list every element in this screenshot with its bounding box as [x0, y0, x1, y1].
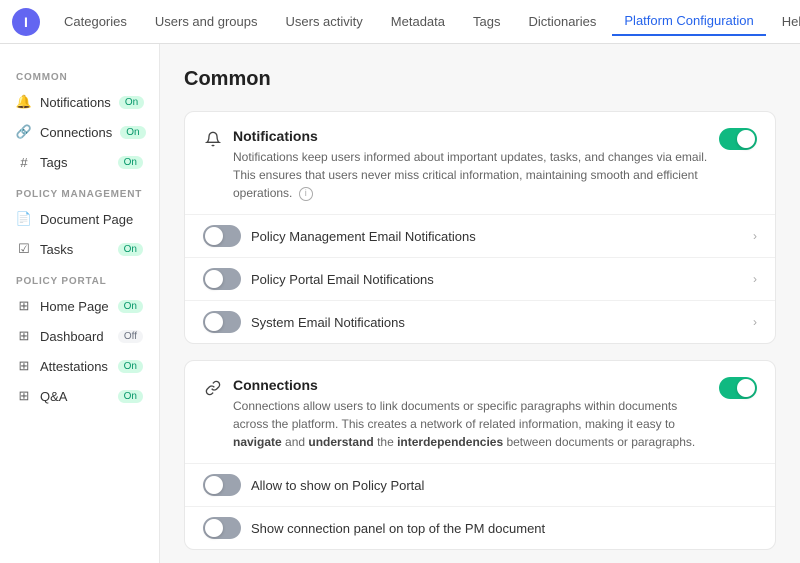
connections-card-header: Connections Connections allow users to l… — [185, 361, 775, 463]
nav-users-groups[interactable]: Users and groups — [143, 8, 270, 35]
attestations-icon: ⊞ — [16, 358, 32, 374]
chevron-right-icon: › — [753, 229, 757, 243]
info-icon[interactable]: i — [299, 187, 313, 201]
sidebar-connections-label: Connections — [40, 125, 112, 140]
sidebar-tags-badge: On — [118, 156, 143, 169]
connection-panel-toggle[interactable] — [203, 517, 241, 539]
sidebar-item-document-page[interactable]: 📄 Document Page — [0, 204, 159, 234]
notifications-card-icon — [203, 129, 223, 149]
sidebar-notifications-badge: On — [119, 96, 144, 109]
sidebar-item-notifications[interactable]: 🔔 Notifications On — [0, 87, 159, 117]
sidebar-home-label: Home Page — [40, 299, 110, 314]
sidebar-section-common: COMMON — [0, 60, 159, 87]
notifications-card-content: Notifications Notifications keep users i… — [233, 128, 709, 202]
sidebar-connections-badge: On — [120, 126, 145, 139]
policy-portal-email-row: Policy Portal Email Notifications › — [185, 257, 775, 300]
connections-card: Connections Connections allow users to l… — [184, 360, 776, 550]
qa-icon: ⊞ — [16, 388, 32, 404]
sidebar-tags-label: Tags — [40, 155, 110, 170]
sidebar-qa-label: Q&A — [40, 389, 110, 404]
connections-card-desc: Connections allow users to link document… — [233, 397, 709, 451]
allow-policy-portal-row: Allow to show on Policy Portal — [185, 463, 775, 506]
policy-mgmt-email-toggle[interactable] — [203, 225, 241, 247]
sidebar-document-page-label: Document Page — [40, 212, 143, 227]
sidebar-dashboard-badge: Off — [118, 330, 143, 343]
document-icon: 📄 — [16, 211, 32, 227]
system-email-toggle[interactable] — [203, 311, 241, 333]
sidebar-section-policy-portal: POLICY PORTAL — [0, 264, 159, 291]
chevron-right-icon-2: › — [753, 272, 757, 286]
sidebar-item-tasks[interactable]: ☑ Tasks On — [0, 234, 159, 264]
nav-help[interactable]: Help — [770, 8, 800, 35]
policy-mgmt-email-row: Policy Management Email Notifications › — [185, 214, 775, 257]
page-title: Common — [184, 68, 776, 91]
notifications-card-header: Notifications Notifications keep users i… — [185, 112, 775, 214]
hash-icon: # — [16, 154, 32, 170]
system-email-row: System Email Notifications › — [185, 300, 775, 343]
sidebar-tasks-label: Tasks — [40, 242, 110, 257]
connections-card-icon — [203, 378, 223, 398]
sidebar-attestations-badge: On — [118, 360, 143, 373]
sidebar-home-badge: On — [118, 300, 143, 313]
allow-policy-portal-toggle[interactable] — [203, 474, 241, 496]
nav-dictionaries[interactable]: Dictionaries — [516, 8, 608, 35]
nav-metadata[interactable]: Metadata — [379, 8, 457, 35]
sidebar-item-attestations[interactable]: ⊞ Attestations On — [0, 351, 159, 381]
sidebar: COMMON 🔔 Notifications On 🔗 Connections … — [0, 44, 160, 563]
link-icon: 🔗 — [16, 124, 32, 140]
main-content: Common Notifications Notifications keep … — [160, 44, 800, 563]
connections-main-toggle[interactable] — [719, 377, 757, 399]
sidebar-item-tags[interactable]: # Tags On — [0, 147, 159, 177]
sidebar-attestations-label: Attestations — [40, 359, 110, 374]
sidebar-section-policy-management: POLICY MANAGEMENT — [0, 177, 159, 204]
top-navigation: I Categories Users and groups Users acti… — [0, 0, 800, 44]
notifications-card-desc: Notifications keep users informed about … — [233, 148, 709, 202]
nav-users-activity[interactable]: Users activity — [274, 8, 375, 35]
connections-card-content: Connections Connections allow users to l… — [233, 377, 709, 451]
sidebar-qa-badge: On — [118, 390, 143, 403]
connection-panel-label: Show connection panel on top of the PM d… — [251, 521, 757, 536]
nav-tags[interactable]: Tags — [461, 8, 512, 35]
sidebar-item-qa[interactable]: ⊞ Q&A On — [0, 381, 159, 411]
sidebar-dashboard-label: Dashboard — [40, 329, 110, 344]
policy-portal-email-toggle[interactable] — [203, 268, 241, 290]
notifications-card-title: Notifications — [233, 128, 709, 144]
system-email-label: System Email Notifications — [251, 315, 743, 330]
nav-platform-configuration[interactable]: Platform Configuration — [612, 7, 765, 36]
connection-panel-row: Show connection panel on top of the PM d… — [185, 506, 775, 549]
sidebar-item-connections[interactable]: 🔗 Connections On — [0, 117, 159, 147]
bell-icon: 🔔 — [16, 94, 32, 110]
nav-categories[interactable]: Categories — [52, 8, 139, 35]
chevron-right-icon-3: › — [753, 315, 757, 329]
connections-card-title: Connections — [233, 377, 709, 393]
tasks-icon: ☑ — [16, 241, 32, 257]
policy-portal-email-label: Policy Portal Email Notifications — [251, 272, 743, 287]
notifications-main-toggle[interactable] — [719, 128, 757, 150]
policy-mgmt-email-label: Policy Management Email Notifications — [251, 229, 743, 244]
sidebar-tasks-badge: On — [118, 243, 143, 256]
sidebar-item-home-page[interactable]: ⊞ Home Page On — [0, 291, 159, 321]
app-layout: COMMON 🔔 Notifications On 🔗 Connections … — [0, 44, 800, 563]
app-logo: I — [12, 8, 40, 36]
sidebar-notifications-label: Notifications — [40, 95, 111, 110]
sidebar-item-dashboard[interactable]: ⊞ Dashboard Off — [0, 321, 159, 351]
notifications-card: Notifications Notifications keep users i… — [184, 111, 776, 344]
home-icon: ⊞ — [16, 298, 32, 314]
allow-policy-portal-label: Allow to show on Policy Portal — [251, 478, 757, 493]
dashboard-icon: ⊞ — [16, 328, 32, 344]
